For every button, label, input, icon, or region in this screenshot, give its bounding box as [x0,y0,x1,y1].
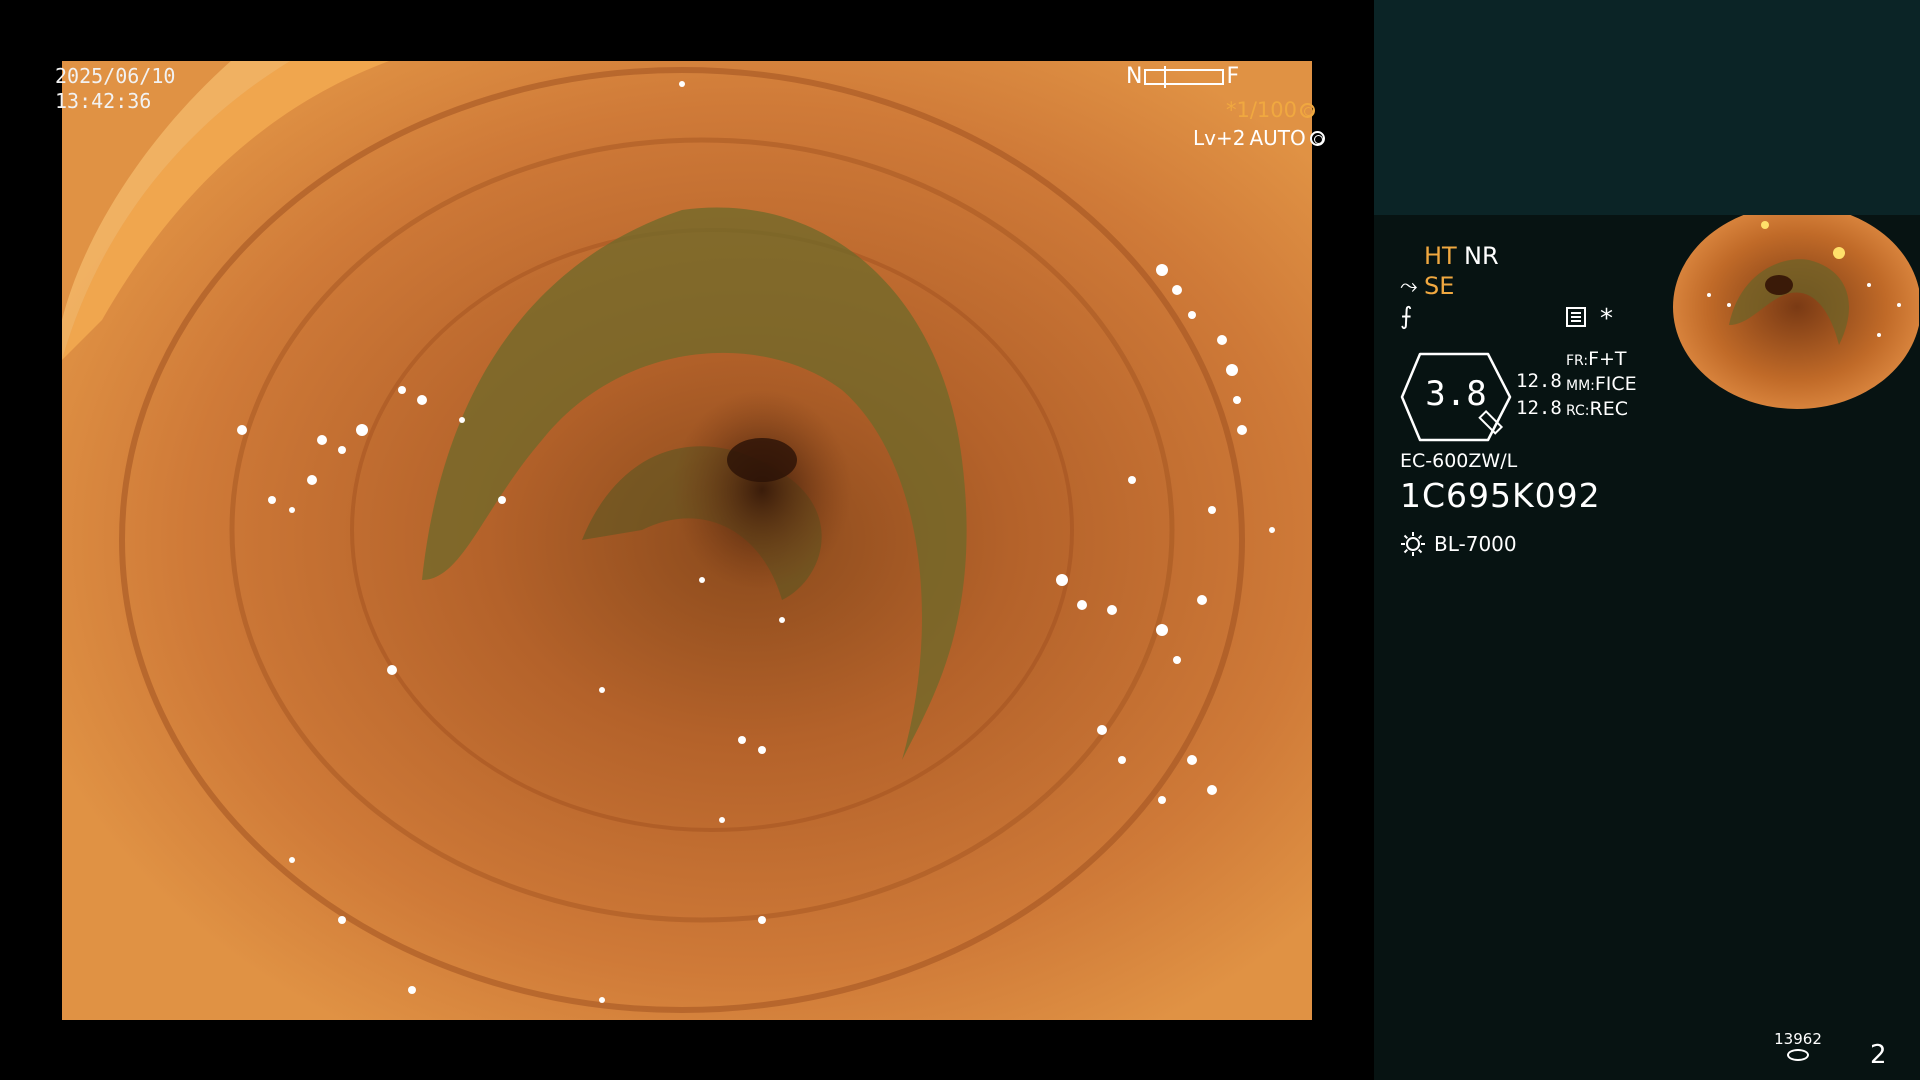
patient-info-area [1374,0,1920,215]
fr-key: FR: [1566,353,1589,369]
datetime-readout: 2025/06/10 13:42:36 [55,64,175,114]
freeze-icon: ⨍ [1400,302,1413,330]
auto-text: AUTO [1249,126,1306,150]
mm-setting: MM:FICE [1566,373,1637,395]
brightness-level-readout: Lv+2 AUTO [1193,126,1325,150]
rc-key: RC: [1566,403,1590,419]
time-text: 13:42:36 [55,89,152,113]
scope-icon: ⤳ [1400,274,1418,299]
sun-icon [1401,532,1425,556]
date-text: 2025/06/10 [55,64,176,88]
shutter-text: *1/100 [1226,98,1298,122]
scope-model: EC-600ZW/L [1400,450,1518,472]
fr-setting: FR:F+T [1566,348,1627,370]
mode-nr-label: NR [1464,242,1499,270]
previous-capture-thumbnail[interactable] [1669,215,1919,415]
memo-icon [1566,307,1586,327]
value-b: 12.8 [1516,397,1562,419]
iris-icon [1309,130,1325,146]
light-source: BL-7000 [1400,531,1517,557]
value-a: 12.8 [1516,370,1562,392]
endoscope-image [62,60,1312,1020]
disk-icon [1787,1049,1809,1061]
mode-se-label: SE [1424,272,1455,300]
asterisk-icon: * [1600,304,1613,334]
rc-value: REC [1589,398,1629,420]
scale-near-label: N [1126,64,1143,89]
page-number: 2 [1870,1040,1887,1070]
mm-key: MM: [1566,378,1595,394]
scale-bar [1144,65,1225,88]
zoom-indicator: 3.8 [1400,352,1512,442]
info-panel: HT NR ⤳ SE ⨍ * 3.8 12.8 12.8 FR:F+T MM:F… [1374,0,1920,1080]
level-text: Lv+2 [1193,126,1246,150]
mode-ht-label: HT [1424,242,1457,270]
rc-setting: RC:REC [1566,398,1628,420]
scale-far-label: F [1226,64,1240,89]
image-counter: 13962 [1768,1030,1828,1061]
scale-marker [1164,65,1167,88]
near-far-scale: N F [1126,64,1239,89]
shutter-readout: *1/100 [1226,98,1316,122]
mm-value: FICE [1594,373,1637,395]
zoom-value: 3.8 [1425,374,1487,414]
aperture-icon [1300,102,1316,118]
light-source-label: BL-7000 [1434,532,1517,556]
scope-serial: 1C695K092 [1400,476,1601,515]
fr-value: F+T [1588,348,1627,370]
image-count: 13962 [1774,1030,1822,1048]
